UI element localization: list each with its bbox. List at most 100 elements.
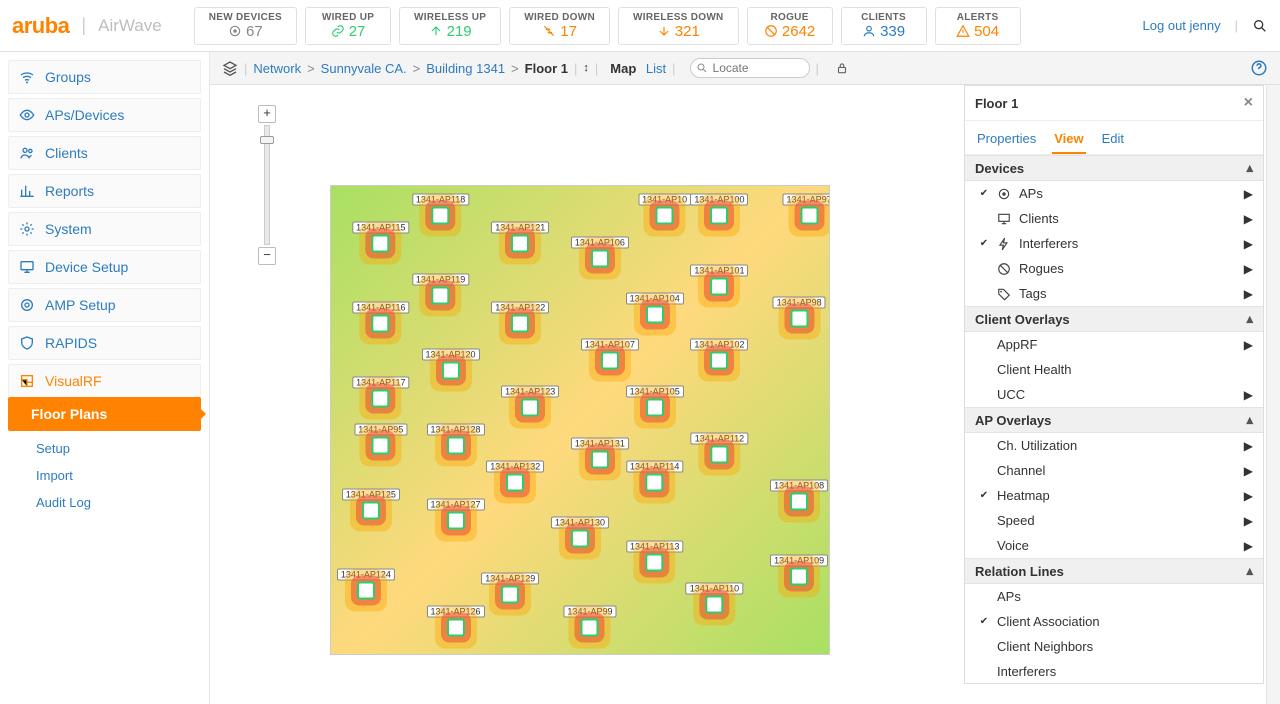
nav-rapids[interactable]: RAPIDS [8,326,201,360]
nav-aps-devices[interactable]: APs/Devices [8,98,201,132]
ap-marker[interactable]: 1341-AP104 [626,292,684,323]
panel-row-voice[interactable]: Voice▶ [965,533,1263,558]
stat-wired-up[interactable]: WIRED UP 27 [305,7,391,45]
crumb-campus[interactable]: Sunnyvale CA. [321,61,407,76]
ap-marker[interactable]: 1341-AP127 [426,498,484,529]
ap-marker[interactable]: 1341-AP117 [352,376,409,407]
close-icon[interactable]: × [1244,94,1253,112]
zoom-handle[interactable] [260,136,274,144]
expand-arrow-icon[interactable]: ▶ [1244,464,1253,478]
panel-row-rogues[interactable]: Rogues▶ [965,256,1263,281]
expand-arrow-icon[interactable]: ▶ [1244,287,1253,301]
ap-marker[interactable]: 1341-AP131 [571,437,629,468]
stat-clients[interactable]: CLIENTS 339 [841,7,927,45]
tab-edit[interactable]: Edit [1100,127,1126,154]
floorplan-map[interactable]: 1341-AP118 1341-AP101341-AP100 1341-AP97 13… [330,185,830,655]
ap-marker[interactable]: 1341-AP113 [626,540,683,571]
scrollbar[interactable] [1266,85,1280,704]
panel-row-aps[interactable]: ✔APs▶ [965,181,1263,206]
ap-marker[interactable]: 1341-AP114 [626,461,683,492]
nav-visualrf[interactable]: VisualRF [8,364,201,397]
section-ap-overlays[interactable]: AP Overlays▴ [965,407,1263,433]
ap-marker[interactable]: 1341-AP95 [354,423,407,454]
panel-row-apprf[interactable]: AppRF▶ [965,332,1263,357]
panel-row-tags[interactable]: Tags▶ [965,281,1263,306]
zoom-in-button[interactable]: + [258,105,276,123]
nav-clients[interactable]: Clients [8,136,201,170]
tab-properties[interactable]: Properties [975,127,1038,154]
ap-marker[interactable]: 1341-AP10 [638,194,691,225]
panel-row-interferers[interactable]: Interferers [965,659,1263,684]
nav-sub-audit-log[interactable]: Audit Log [8,489,201,516]
nav-floor-plans[interactable]: Floor Plans [8,397,201,431]
expand-arrow-icon[interactable]: ▶ [1244,514,1253,528]
ap-marker[interactable]: 1341-AP129 [481,573,539,604]
zoom-slider[interactable] [264,125,270,245]
panel-row-ch-utilization[interactable]: Ch. Utilization▶ [965,433,1263,458]
view-list[interactable]: List [646,61,666,76]
ap-marker[interactable]: 1341-AP99 [563,606,616,637]
locate-input[interactable] [713,61,793,75]
expand-arrow-icon[interactable]: ▶ [1244,212,1253,226]
nav-reports[interactable]: Reports [8,174,201,208]
layers-icon[interactable] [222,60,238,76]
logout-link[interactable]: Log out jenny [1143,18,1221,33]
panel-row-ucc[interactable]: UCC▶ [965,382,1263,407]
ap-marker[interactable]: 1341-AP107 [581,339,639,370]
expand-arrow-icon[interactable]: ▶ [1244,237,1253,251]
ap-marker[interactable]: 1341-AP120 [421,348,479,379]
nav-sub-setup[interactable]: Setup [8,435,201,462]
lock-icon[interactable] [835,61,849,75]
expand-arrow-icon[interactable]: ▶ [1244,338,1253,352]
panel-row-interferers[interactable]: ✔Interferers▶ [965,231,1263,256]
ap-marker[interactable]: 1341-AP100 [690,194,748,225]
ap-marker[interactable]: 1341-AP126 [426,606,484,637]
crumb-network[interactable]: Network [253,61,301,76]
ap-marker[interactable]: 1341-AP118 [412,194,469,225]
panel-row-heatmap[interactable]: ✔Heatmap▶ [965,483,1263,508]
panel-row-channel[interactable]: Channel▶ [965,458,1263,483]
stat-wireless-down[interactable]: WIRELESS DOWN 321 [618,7,739,45]
zoom-out-button[interactable]: − [258,247,276,265]
ap-marker[interactable]: 1341-AP123 [501,386,559,417]
expand-icon[interactable]: ↕ [583,62,589,74]
stat-rogue[interactable]: ROGUE 2642 [747,7,833,45]
nav-sub-import[interactable]: Import [8,462,201,489]
ap-marker[interactable]: 1341-AP124 [337,568,395,599]
ap-marker[interactable]: 1341-AP97 [783,194,830,225]
panel-row-client-neighbors[interactable]: Client Neighbors [965,634,1263,659]
panel-row-aps[interactable]: APs [965,584,1263,609]
expand-arrow-icon[interactable]: ▶ [1244,388,1253,402]
ap-marker[interactable]: 1341-AP130 [551,517,609,548]
search-icon[interactable] [1252,18,1268,34]
section-devices[interactable]: Devices▴ [965,155,1263,181]
expand-arrow-icon[interactable]: ▶ [1244,489,1253,503]
ap-marker[interactable]: 1341-AP108 [770,479,828,510]
ap-marker[interactable]: 1341-AP116 [352,302,409,333]
ap-marker[interactable]: 1341-AP98 [773,297,826,328]
stat-new-devices[interactable]: NEW DEVICES 67 [194,7,297,45]
ap-marker[interactable]: 1341-AP102 [690,339,748,370]
expand-arrow-icon[interactable]: ▶ [1244,262,1253,276]
nav-groups[interactable]: Groups [8,60,201,94]
nav-system[interactable]: System [8,212,201,246]
section-client-overlays[interactable]: Client Overlays▴ [965,306,1263,332]
panel-row-client-health[interactable]: Client Health [965,357,1263,382]
tab-view[interactable]: View [1052,127,1085,154]
expand-arrow-icon[interactable]: ▶ [1244,187,1253,201]
ap-marker[interactable]: 1341-AP105 [626,386,684,417]
expand-arrow-icon[interactable]: ▶ [1244,439,1253,453]
help-icon[interactable] [1250,59,1268,77]
nav-device-setup[interactable]: Device Setup [8,250,201,284]
ap-marker[interactable]: 1341-AP109 [770,554,828,585]
ap-marker[interactable]: 1341-AP106 [571,236,629,267]
panel-row-speed[interactable]: Speed▶ [965,508,1263,533]
stat-alerts[interactable]: ALERTS 504 [935,7,1021,45]
ap-marker[interactable]: 1341-AP122 [491,302,549,333]
stat-wireless-up[interactable]: WIRELESS UP 219 [399,7,501,45]
ap-marker[interactable]: 1341-AP119 [412,273,469,304]
section-relation[interactable]: Relation Lines▴ [965,558,1263,584]
panel-row-clients[interactable]: Clients▶ [965,206,1263,231]
ap-marker[interactable]: 1341-AP125 [342,489,400,520]
ap-marker[interactable]: 1341-AP132 [486,461,544,492]
